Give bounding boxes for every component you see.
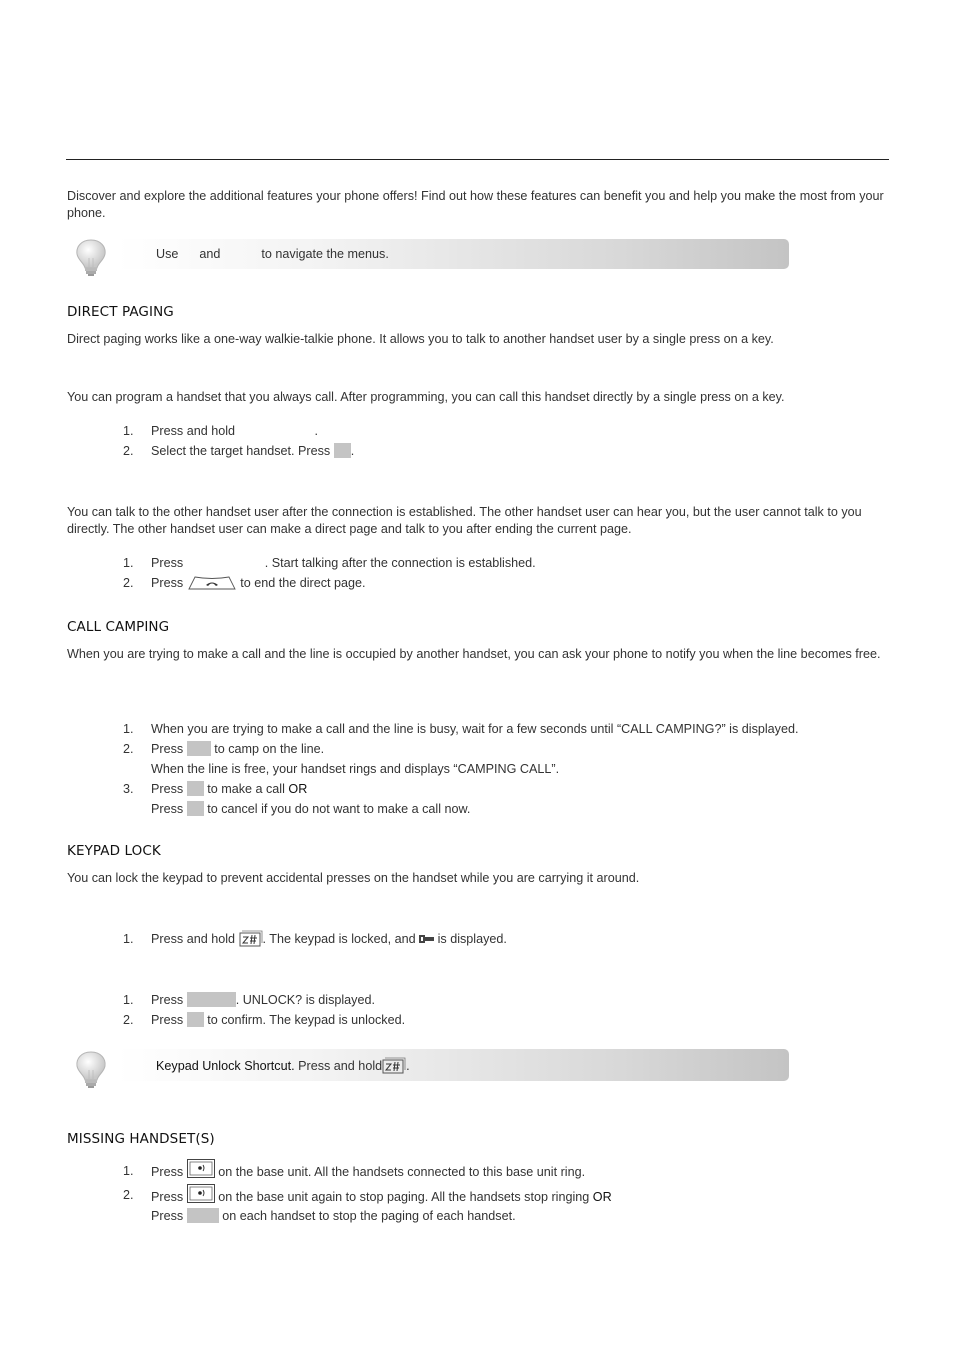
step-text: Press and hold <box>151 424 236 438</box>
step-text-after: on the base unit again to stop paging. A… <box>218 1190 590 1204</box>
step-text: When the line is free, your handset ring… <box>151 762 560 776</box>
step-text: Press <box>151 802 184 816</box>
step-text: Press <box>151 993 184 1007</box>
talk-key-placeholder <box>186 781 204 796</box>
step-text: Press <box>151 782 184 796</box>
intro-paragraph: Discover and explore the additional feat… <box>67 189 884 220</box>
step-text-after: to confirm. The keypad is unlocked. <box>207 1013 406 1027</box>
step-text-after: . Start talking after the connection is … <box>264 556 536 570</box>
star-hash-key-icon <box>239 930 262 947</box>
tip-text-rest: to navigate the menus. <box>261 247 389 261</box>
step-text-after: on each handset to stop the paging of ea… <box>222 1209 516 1223</box>
heading-keypad-lock: KEYPAD LOCK <box>67 843 161 859</box>
step-number: 2. <box>123 1013 134 1027</box>
header-rule <box>66 159 889 160</box>
key-placeholder <box>239 423 315 438</box>
step-number: 2. <box>123 444 134 458</box>
key-placeholder <box>187 555 265 570</box>
star-hash-key-icon <box>382 1057 406 1074</box>
ok-key-placeholder <box>333 443 351 458</box>
step-text-after: to end the direct page. <box>240 576 366 590</box>
step-text: Press <box>151 1013 184 1027</box>
step-number: 1. <box>123 722 134 736</box>
page-key-icon <box>186 1184 215 1203</box>
step-text: Press <box>151 1190 184 1204</box>
cancel-key-placeholder <box>186 801 204 816</box>
program-desc: You can program a handset that you alway… <box>67 390 785 404</box>
step-text-after: to make a call <box>207 782 285 796</box>
lightbulb-icon <box>76 239 106 276</box>
lock-icon <box>419 935 435 943</box>
tip-text-use: Use <box>156 247 179 261</box>
unlock-key-placeholder <box>186 992 236 1007</box>
step-text-after: . <box>314 424 319 438</box>
end-call-key-icon <box>187 576 236 590</box>
page-key-icon <box>186 1159 215 1178</box>
heading-call-camping: CALL CAMPING <box>67 619 170 635</box>
lightbulb-icon <box>76 1051 106 1088</box>
or-text: OR <box>288 782 308 796</box>
step-number: 3. <box>123 782 134 796</box>
key-placeholder <box>186 741 211 756</box>
talk-desc: You can talk to the other handset user a… <box>67 505 862 536</box>
direct-paging-desc: Direct paging works like a one-way walki… <box>67 332 774 346</box>
step-text-after: . <box>350 444 355 458</box>
step-number: 2. <box>123 742 134 756</box>
nav-down-key-placeholder <box>224 246 258 261</box>
tip-keypad-unlock-shortcut: Keypad Unlock Shortcut. Press and hold . <box>117 1049 789 1081</box>
step-number: 1. <box>123 993 134 1007</box>
confirm-key-placeholder <box>186 1012 204 1027</box>
step-number: 2. <box>123 1188 134 1202</box>
step-text-after: is displayed. <box>437 932 507 946</box>
step-number: 1. <box>123 556 134 570</box>
step-text-after: . UNLOCK? is displayed. <box>235 993 375 1007</box>
tip-bold-text: Keypad Unlock Shortcut. <box>156 1059 295 1073</box>
heading-direct-paging: DIRECT PAGING <box>67 304 174 320</box>
nav-up-key-placeholder <box>182 246 196 261</box>
tip-navigate: Use and to navigate the menus. <box>117 239 789 269</box>
step-text-mid: . The keypad is locked, and <box>262 932 416 946</box>
step-text-after: on the base unit. All the handsets conne… <box>218 1165 586 1179</box>
or-text: OR <box>592 1190 612 1204</box>
step-text: Press <box>151 1165 184 1179</box>
step-number: 1. <box>123 932 134 946</box>
key-placeholder <box>186 1208 219 1223</box>
keypad-lock-desc: You can lock the keypad to prevent accid… <box>67 871 640 885</box>
step-text: When you are trying to make a call and t… <box>151 722 799 736</box>
step-text: Press <box>151 742 184 756</box>
tip-text-and: and <box>199 247 221 261</box>
call-camping-desc: When you are trying to make a call and t… <box>67 647 881 661</box>
step-number: 1. <box>123 1164 134 1178</box>
step-text-after: to camp on the line. <box>214 742 325 756</box>
step-number: 1. <box>123 424 134 438</box>
step-number: 2. <box>123 576 134 590</box>
step-text-after: to cancel if you do not want to make a c… <box>207 802 471 816</box>
tip-text-end: . <box>406 1059 410 1073</box>
step-text: Press <box>151 576 184 590</box>
step-text: Press <box>151 556 184 570</box>
step-text: Select the target handset. Press <box>151 444 331 458</box>
step-text: Press and hold <box>151 932 236 946</box>
heading-missing-handsets: MISSING HANDSET(S) <box>67 1131 215 1147</box>
step-text: Press <box>151 1209 184 1223</box>
tip-text-rest: Press and hold <box>298 1059 383 1073</box>
